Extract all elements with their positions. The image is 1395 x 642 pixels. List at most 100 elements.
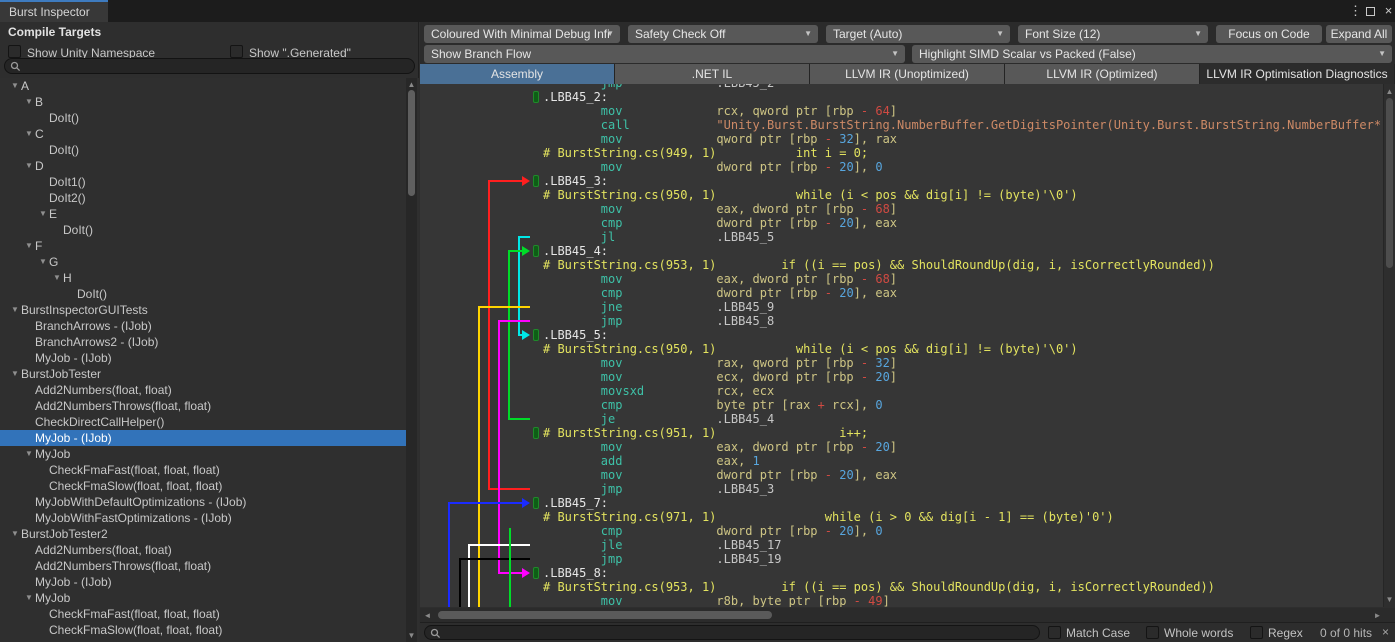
tree-item-checkfmaslow-float-float-float-[interactable]: CheckFmaSlow(float, float, float) — [0, 622, 407, 638]
tree-item-checkfmafast-float-float-float-[interactable]: CheckFmaFast(float, float, float) — [0, 606, 407, 622]
tree-item-e[interactable]: ▼E — [0, 206, 407, 222]
branch-arrow-head — [522, 176, 530, 186]
expand-triangle-icon[interactable]: ▼ — [39, 254, 47, 270]
kebab-menu-icon[interactable]: ⋮ — [1348, 3, 1363, 19]
expand-triangle-icon[interactable]: ▼ — [39, 206, 47, 222]
code-vscroll-thumb[interactable] — [1386, 98, 1393, 268]
safety-check-dropdown[interactable]: Safety Check Off▼ — [628, 25, 818, 43]
tree-scrollbar[interactable]: ▲ ▼ — [406, 78, 417, 642]
tab-llvm-ir-optimisation-diagnostics[interactable]: LLVM IR Optimisation Diagnostics — [1200, 64, 1395, 84]
tree-item-brancharrows2-ijob-[interactable]: BranchArrows2 - (IJob) — [0, 334, 407, 350]
tree-item-c[interactable]: ▼C — [0, 126, 407, 142]
code-scroll-up-icon[interactable]: ▲ — [1384, 87, 1395, 96]
tree-item-label: BranchArrows - (IJob) — [35, 318, 152, 334]
tree-item-myjobwithfastoptimizations-ijob-[interactable]: MyJobWithFastOptimizations - (IJob) — [0, 510, 407, 526]
tree-item-b[interactable]: ▼B — [0, 94, 407, 110]
debug-info-dropdown[interactable]: Coloured With Minimal Debug Infi▼ — [424, 25, 620, 43]
show-unity-namespace-checkbox[interactable] — [8, 45, 21, 58]
tree-item-doit2-[interactable]: DoIt2() — [0, 190, 407, 206]
tree-item-myjob-ijob-[interactable]: MyJob - (IJob) — [0, 430, 407, 446]
expand-triangle-icon[interactable]: ▼ — [11, 78, 19, 94]
code-line: # BurstString.cs(971, 1) while (i > 0 &&… — [543, 510, 1383, 524]
expand-triangle-icon[interactable]: ▼ — [25, 94, 33, 110]
branch-flow-dropdown[interactable]: Show Branch Flow▼ — [424, 45, 905, 63]
simd-highlight-dropdown[interactable]: Highlight SIMD Scalar vs Packed (False)▼ — [912, 45, 1392, 63]
tree-item-myjob[interactable]: ▼MyJob — [0, 446, 407, 462]
expand-triangle-icon[interactable]: ▼ — [25, 446, 33, 462]
tree-item-add2numbers-float-float-[interactable]: Add2Numbers(float, float) — [0, 382, 407, 398]
tree-item-burstjobtester[interactable]: ▼BurstJobTester — [0, 366, 407, 382]
expand-all-button-label: Expand All — [1331, 27, 1388, 41]
maximize-icon[interactable] — [1366, 7, 1375, 16]
code-line: cmp byte ptr [rax + rcx], 0 — [543, 398, 1383, 412]
tree-item-checkfmafast-float-float-float-[interactable]: CheckFmaFast(float, float, float) — [0, 462, 407, 478]
close-icon[interactable]: × — [1381, 3, 1395, 19]
tab-assembly[interactable]: Assembly — [420, 64, 615, 84]
target-dropdown[interactable]: Target (Auto)▼ — [826, 25, 1010, 43]
tree-item-doit-[interactable]: DoIt() — [0, 142, 407, 158]
code-search-input[interactable] — [424, 625, 1040, 640]
search-close-icon[interactable]: × — [1382, 625, 1389, 639]
expand-all-button[interactable]: Expand All — [1326, 25, 1392, 43]
show-generated-checkbox[interactable] — [230, 45, 243, 58]
tree-item-myjob-ijob-[interactable]: MyJob - (IJob) — [0, 574, 407, 590]
expand-triangle-icon[interactable]: ▼ — [25, 126, 33, 142]
tree-item-myjob-ijob-[interactable]: MyJob - (IJob) — [0, 350, 407, 366]
tree-item-label: Add2NumbersThrows(float, float) — [35, 398, 211, 414]
tree-item-g[interactable]: ▼G — [0, 254, 407, 270]
expand-triangle-icon[interactable]: ▼ — [11, 526, 19, 542]
tab-llvm-ir-unoptimized-[interactable]: LLVM IR (Unoptimized) — [810, 64, 1005, 84]
tree-item-burstinspectorguitests[interactable]: ▼BurstInspectorGUITests — [0, 302, 407, 318]
tree-item-f[interactable]: ▼F — [0, 238, 407, 254]
tree-item-add2numbersthrows-float-float-[interactable]: Add2NumbersThrows(float, float) — [0, 398, 407, 414]
window-tab-burst-inspector[interactable]: Burst Inspector — [0, 0, 108, 22]
font-size-dropdown[interactable]: Font Size (12)▼ — [1018, 25, 1208, 43]
code-horizontal-scrollbar[interactable]: ◄ ► — [420, 608, 1395, 622]
code-line: jmp .LBB45_19 — [543, 552, 1383, 566]
tree-item-doit-[interactable]: DoIt() — [0, 286, 407, 302]
tree-item-burstjobtester2[interactable]: ▼BurstJobTester2 — [0, 526, 407, 542]
tree-item-add2numbers-float-float-[interactable]: Add2Numbers(float, float) — [0, 542, 407, 558]
expand-triangle-icon[interactable]: ▼ — [25, 590, 33, 606]
expand-triangle-icon[interactable]: ▼ — [53, 270, 61, 286]
assembly-code-pane[interactable]: jmp .LBB45_2.LBB45_2: mov rcx, qword ptr… — [420, 84, 1383, 607]
tree-item-brancharrows-ijob-[interactable]: BranchArrows - (IJob) — [0, 318, 407, 334]
expand-triangle-icon[interactable]: ▼ — [11, 366, 19, 382]
match-case-label: Match Case — [1066, 626, 1130, 640]
code-scroll-down-icon[interactable]: ▼ — [1384, 595, 1395, 604]
basic-block-marker — [533, 567, 539, 579]
tree-item-d[interactable]: ▼D — [0, 158, 407, 174]
expand-triangle-icon[interactable]: ▼ — [25, 238, 33, 254]
tree-item-checkfmaslow-float-float-float-[interactable]: CheckFmaSlow(float, float, float) — [0, 478, 407, 494]
expand-triangle-icon[interactable]: ▼ — [11, 302, 19, 318]
tree-item-a[interactable]: ▼A — [0, 78, 407, 94]
code-scroll-left-icon[interactable]: ◄ — [422, 611, 433, 620]
scroll-up-icon[interactable]: ▲ — [406, 80, 417, 89]
tree-item-checkdirectcallhelper-[interactable]: CheckDirectCallHelper() — [0, 414, 407, 430]
tab--net-il[interactable]: .NET IL — [615, 64, 810, 84]
regex-checkbox[interactable] — [1250, 626, 1263, 639]
scroll-down-icon[interactable]: ▼ — [406, 631, 417, 640]
code-line: .LBB45_8: — [543, 566, 1383, 580]
code-hscroll-thumb[interactable] — [438, 611, 772, 619]
chevron-down-icon: ▼ — [804, 25, 812, 43]
tree-scrollbar-thumb[interactable] — [408, 90, 415, 196]
tree-item-doit1-[interactable]: DoIt1() — [0, 174, 407, 190]
basic-block-marker — [533, 175, 539, 187]
tree-item-doit-[interactable]: DoIt() — [0, 110, 407, 126]
match-case-checkbox[interactable] — [1048, 626, 1061, 639]
focus-on-code-button[interactable]: Focus on Code — [1216, 25, 1322, 43]
tree-item-h[interactable]: ▼H — [0, 270, 407, 286]
tree-item-myjob[interactable]: ▼MyJob — [0, 590, 407, 606]
tree-item-add2numbersthrows-float-float-[interactable]: Add2NumbersThrows(float, float) — [0, 558, 407, 574]
tab-llvm-ir-optimized-[interactable]: LLVM IR (Optimized) — [1005, 64, 1200, 84]
tree-item-myjobwithdefaultoptimizations-ijob-[interactable]: MyJobWithDefaultOptimizations - (IJob) — [0, 494, 407, 510]
code-scroll-right-icon[interactable]: ► — [1372, 611, 1383, 620]
whole-words-checkbox[interactable] — [1146, 626, 1159, 639]
expand-triangle-icon[interactable]: ▼ — [25, 158, 33, 174]
tree-item-doit-[interactable]: DoIt() — [0, 222, 407, 238]
code-line: # BurstString.cs(953, 1) if ((i == pos) … — [543, 580, 1383, 594]
code-search-bar: Match Case Whole words Regex 0 of 0 hits… — [420, 622, 1395, 642]
targets-search-input[interactable] — [4, 58, 415, 74]
code-vertical-scrollbar[interactable]: ▲ ▼ — [1383, 84, 1395, 607]
